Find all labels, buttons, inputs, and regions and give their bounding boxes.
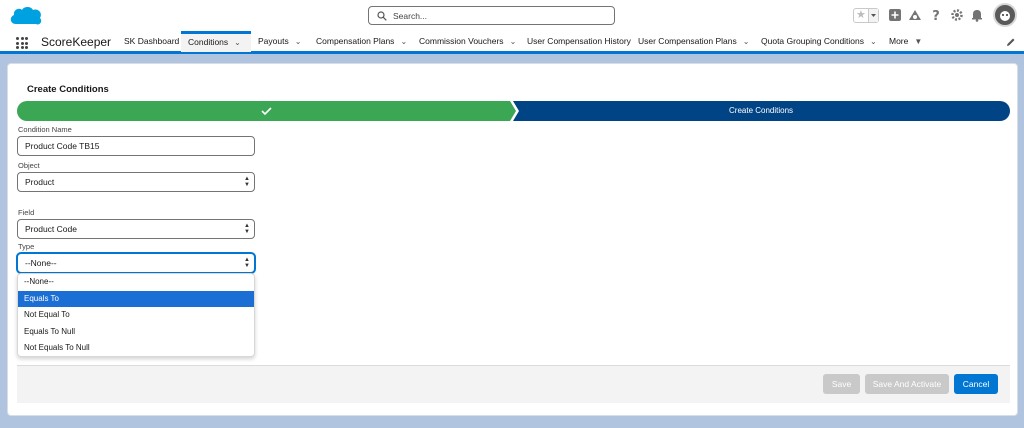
user-avatar[interactable] — [993, 3, 1017, 27]
object-select[interactable]: Product ▲ ▼ — [17, 172, 255, 192]
nav-item-commission-vouchers[interactable]: Commission Vouchers ⌄ — [419, 31, 516, 52]
search-placeholder: Search... — [393, 11, 428, 21]
user-avatar-icon — [1000, 11, 1010, 21]
field-label: Field — [18, 208, 35, 217]
settings-gear-icon[interactable] — [950, 8, 964, 22]
type-option-none[interactable]: --None-- — [18, 274, 254, 291]
chevron-down-icon[interactable]: ⌄ — [234, 34, 241, 51]
type-option-equals-to-null[interactable]: Equals To Null — [18, 324, 254, 341]
condition-name-label: Condition Name — [18, 125, 72, 134]
svg-text:?: ? — [932, 9, 940, 22]
help-icon[interactable]: ? — [929, 8, 943, 22]
chevron-down-icon[interactable]: ⌄ — [510, 31, 517, 52]
edit-nav-pencil-icon[interactable] — [1006, 37, 1016, 47]
caret-down-icon[interactable]: ▼ — [914, 31, 922, 52]
nav-item-label: User Compensation History — [527, 36, 631, 46]
nav-item-label: SK Dashboard — [124, 36, 180, 46]
nav-item-compensation-plans[interactable]: Compensation Plans ⌄ — [316, 31, 407, 52]
select-arrows-icon: ▲ ▼ — [244, 223, 250, 235]
nav-item-conditions[interactable]: Conditions ⌄ — [181, 31, 251, 52]
type-dropdown-list: --None-- Equals To Not Equal To Equals T… — [17, 273, 255, 357]
nav-item-label: Conditions — [188, 37, 229, 47]
type-option-equals-to[interactable]: Equals To — [18, 290, 254, 307]
notifications-bell-icon[interactable] — [970, 8, 984, 22]
create-conditions-card: Create Conditions Create Conditions Cond… — [7, 63, 1018, 416]
object-value: Product — [25, 177, 55, 187]
nav-item-label: Quota Grouping Conditions — [761, 36, 865, 46]
progress-path: Create Conditions — [17, 101, 1010, 121]
nav-item-user-compensation-history[interactable]: User Compensation History — [527, 31, 631, 52]
cancel-button[interactable]: Cancel — [954, 374, 998, 394]
save-button[interactable]: Save — [823, 374, 860, 394]
nav-item-sk-dashboard[interactable]: SK Dashboard — [124, 31, 179, 52]
add-icon[interactable] — [888, 8, 902, 22]
save-and-activate-button[interactable]: Save And Activate — [865, 374, 949, 394]
path-steps-graphic — [17, 101, 1010, 121]
trailhead-icon[interactable] — [908, 8, 922, 22]
salesforce-logo-icon[interactable] — [8, 4, 44, 28]
nav-item-label: User Compensation Plans — [638, 36, 737, 46]
global-search-input[interactable]: Search... — [368, 6, 615, 25]
condition-name-input[interactable]: Product Code TB15 — [17, 136, 255, 156]
nav-item-payouts[interactable]: Payouts ⌄ — [258, 31, 301, 52]
page-title: Create Conditions — [27, 84, 109, 95]
field-value: Product Code — [25, 224, 77, 234]
form-footer: Save Save And Activate Cancel — [17, 365, 1010, 403]
chevron-down-icon[interactable]: ⌄ — [295, 31, 302, 52]
nav-item-label: More — [889, 36, 909, 46]
object-label: Object — [18, 161, 40, 170]
chevron-down-icon[interactable]: ⌄ — [870, 31, 877, 52]
select-arrows-icon: ▲ ▼ — [244, 176, 250, 188]
nav-item-more[interactable]: More ▼ — [889, 31, 922, 52]
nav-item-user-compensation-plans[interactable]: User Compensation Plans ⌄ — [638, 31, 749, 52]
app-navigation-bar: ScoreKeeper SK Dashboard Conditions ⌄ Pay… — [0, 31, 1024, 54]
nav-item-label: Payouts — [258, 36, 289, 46]
app-launcher-icon[interactable] — [16, 37, 28, 49]
type-option-not-equals-to-null[interactable]: Not Equals To Null — [18, 340, 254, 356]
path-step-complete[interactable] — [17, 101, 516, 121]
select-arrows-icon: ▲ ▼ — [244, 257, 250, 269]
condition-name-value: Product Code TB15 — [25, 141, 100, 151]
star-icon: ★ — [856, 9, 866, 21]
type-value: --None-- — [25, 258, 57, 268]
chevron-down-icon[interactable]: ⌄ — [400, 31, 407, 52]
search-icon — [377, 11, 387, 21]
type-label: Type — [18, 242, 35, 251]
global-header: Search... ★ ? — [0, 0, 1024, 31]
type-option-not-equal-to[interactable]: Not Equal To — [18, 307, 254, 324]
app-name: ScoreKeeper — [41, 35, 112, 49]
type-select[interactable]: --None-- ▲ ▼ — [17, 253, 255, 273]
path-step-current-label: Create Conditions — [729, 106, 794, 115]
nav-item-label: Commission Vouchers — [419, 36, 504, 46]
nav-item-label: Compensation Plans — [316, 36, 395, 46]
nav-item-quota-grouping-conditions[interactable]: Quota Grouping Conditions ⌄ — [761, 31, 877, 52]
field-select[interactable]: Product Code ▲ ▼ — [17, 219, 255, 239]
favorites-button[interactable]: ★ — [853, 8, 879, 23]
chevron-down-icon[interactable]: ⌄ — [743, 31, 750, 52]
favorites-dropdown-icon[interactable] — [868, 9, 878, 22]
